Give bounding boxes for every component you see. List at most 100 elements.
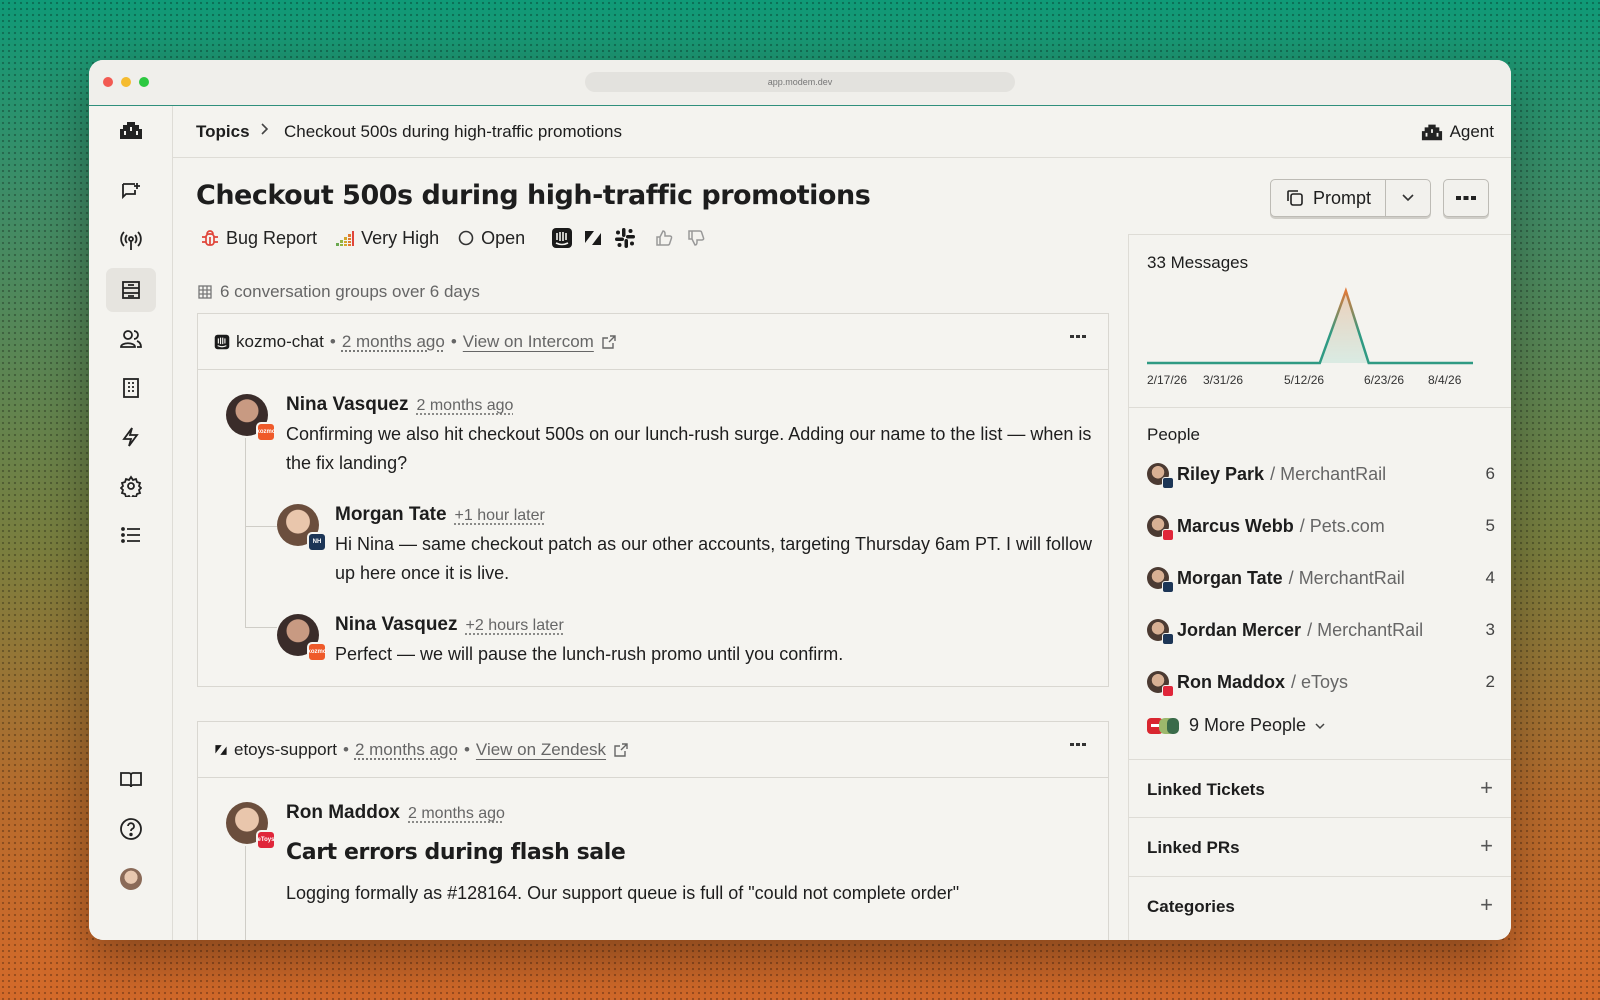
person-org: / eToys [1291,671,1349,692]
view-on-intercom-link[interactable]: View on Intercom [463,332,594,352]
topic-status[interactable]: Open [457,228,525,249]
merchantrail-badge [1162,633,1174,645]
message-content: Ron Maddox 2 months ago Cart errors durin… [286,802,1106,908]
person-row[interactable]: Jordan Mercer / MerchantRail 3 [1147,617,1495,645]
person-name: Ron Maddox [1177,671,1285,692]
ellipsis-icon [1456,196,1476,200]
person-org: / MerchantRail [1288,567,1405,588]
linked-tickets-heading: Linked Tickets [1147,780,1265,799]
message-body: Logging formally as #128164. Our support… [286,883,960,903]
avatar: NH [277,504,327,552]
prompt-dropdown-button[interactable] [1386,180,1430,216]
intercom-icon [214,334,230,349]
more-options-button[interactable] [1443,179,1489,217]
conversation-header: etoys-support • 2 months ago • View on Z… [198,722,1108,778]
thumbs-up-icon[interactable] [655,229,673,247]
message-author[interactable]: Morgan Tate [335,504,447,525]
agent-button[interactable]: Agent [1421,122,1494,142]
breadcrumb: Topics Checkout 500s during high-traffic… [173,106,1511,158]
window-controls [103,77,149,87]
linked-prs-heading: Linked PRs [1147,838,1240,857]
zendesk-icon[interactable] [583,228,603,248]
message-author[interactable]: Ron Maddox [286,802,400,823]
person-row[interactable]: Morgan Tate / MerchantRail 4 [1147,565,1495,593]
topic-actions: Prompt [1269,179,1489,217]
person-org: / MerchantRail [1270,463,1387,484]
person-row[interactable]: Ron Maddox / eToys 2 [1147,669,1495,697]
person-row[interactable]: Riley Park / MerchantRail 6 [1147,461,1495,489]
topic-meta: Bug Report Very High Open [200,225,705,251]
lightning-icon[interactable] [106,415,156,459]
help-icon[interactable] [106,807,156,851]
add-category-button[interactable]: + [1480,892,1493,918]
person-name: Marcus Webb [1177,515,1294,536]
person-row[interactable]: Marcus Webb / Pets.com 5 [1147,513,1495,541]
close-window-button[interactable] [103,77,113,87]
merchantrail-badge: NH [307,532,327,552]
agent-logo-icon [1421,124,1442,140]
broadcast-icon[interactable] [106,219,156,263]
people-icon[interactable] [106,317,156,361]
app-logo-icon[interactable] [106,108,156,152]
user-avatar[interactable] [106,857,156,901]
separator-dot: • [343,739,349,759]
topic-priority[interactable]: Very High [335,228,439,249]
categories-heading: Categories [1147,897,1235,916]
ellipsis-icon[interactable] [1070,742,1086,748]
view-on-zendesk-link[interactable]: View on Zendesk [476,740,606,760]
open-circle-icon [458,230,474,246]
merchantrail-badge [1162,581,1174,593]
settings-gear-icon[interactable] [106,464,156,508]
ellipsis-icon[interactable] [1070,334,1086,340]
external-link-icon[interactable] [614,742,628,757]
sparkline-tick-label: 5/12/26 [1284,373,1325,387]
etoys-badge: eToys [256,830,276,850]
thread-branch [245,627,277,628]
channel-name: etoys-support [234,739,337,759]
topic-type[interactable]: Bug Report [200,228,317,249]
thumbs-down-icon[interactable] [687,229,705,247]
slack-icon[interactable] [613,226,637,250]
add-linked-ticket-button[interactable]: + [1480,775,1493,801]
address-bar[interactable]: app.modem.dev [585,72,1015,92]
avatar [1147,515,1174,541]
chevron-right-icon [259,122,269,141]
prompt-split-button: Prompt [1269,179,1431,217]
intercom-icon[interactable] [551,227,573,249]
inbox-icon[interactable] [106,268,156,312]
avatar [1147,671,1174,697]
groups-summary-text: 6 conversation groups over 6 days [220,282,480,301]
breadcrumb-current: Checkout 500s during high-traffic promot… [284,121,622,141]
thread-branch [245,526,277,527]
browser-titlebar: app.modem.dev [89,60,1511,106]
prompt-button[interactable]: Prompt [1271,180,1386,216]
building-icon[interactable] [106,366,156,410]
page-title: Checkout 500s during high-traffic promot… [196,180,871,211]
separator-dot: • [463,739,470,759]
conversation-header: kozmo-chat • 2 months ago • View on Inte… [198,314,1108,370]
messages-sparkline [1147,287,1473,365]
person-message-count: 3 [1485,620,1495,639]
conversation-age: 2 months ago [341,331,445,351]
new-chat-icon[interactable] [106,170,156,214]
avatar: kozmo [277,614,327,662]
messages-count: 33 Messages [1147,253,1249,272]
more-people-toggle[interactable]: 9 More People [1147,715,1326,736]
topic-sidebar: 33 Messages 2/17/26 3/31/26 5/12/26 6/23/26… [1128,234,1511,940]
external-link-icon[interactable] [602,334,616,349]
etoys-badge [1162,685,1174,697]
list-icon[interactable] [106,513,156,557]
message-time: +2 hours later [465,617,564,634]
message-author[interactable]: Nina Vasquez [335,614,458,635]
pets-badge [1162,529,1174,541]
person-name: Riley Park [1177,463,1265,484]
message-author[interactable]: Nina Vasquez [286,394,409,415]
org-logos-icon [1147,717,1179,734]
avatar: kozmo [226,394,276,442]
docs-book-icon[interactable] [106,758,156,802]
maximize-window-button[interactable] [139,77,149,87]
breadcrumb-topics-link[interactable]: Topics [196,122,250,142]
minimize-window-button[interactable] [121,77,131,87]
separator-dot: • [450,331,457,351]
add-linked-pr-button[interactable]: + [1480,833,1493,859]
